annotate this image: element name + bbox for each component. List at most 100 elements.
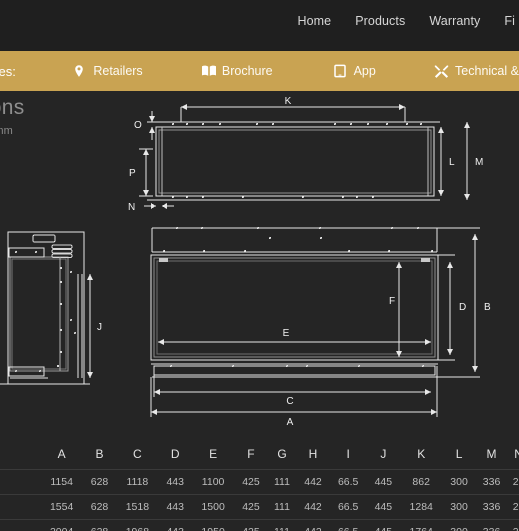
cell-E: 1100 <box>201 476 225 488</box>
cell-H: 442 <box>304 501 322 513</box>
table-row: 0RW 1154 628 1118 443 1100 425 111 442 6… <box>0 469 519 495</box>
cell-N: 22 <box>512 476 519 488</box>
table-head: A B C D E F G H I J K L M N O P <box>0 441 519 470</box>
cell-M: 336 <box>482 476 501 488</box>
cell-J: 445 <box>374 476 393 488</box>
cell-J: 445 <box>374 501 393 513</box>
cell-G: 111 <box>267 520 297 531</box>
col-header-J: J <box>380 447 387 461</box>
cell-C: 1518 <box>125 501 150 513</box>
col-header-C: C <box>133 447 142 461</box>
cell-D: 443 <box>166 476 184 488</box>
cell-F: 425 <box>235 520 267 531</box>
col-header-L: L <box>455 447 463 461</box>
cell-G: 111 <box>274 476 290 488</box>
cell-A: 2004 <box>40 520 83 531</box>
col-header-G: G <box>277 447 287 461</box>
page-title-block: nsions ons in mm <box>0 96 25 137</box>
cell-G: 111 <box>274 501 290 513</box>
top-nav-links: Home Products Warranty Fi <box>297 14 519 28</box>
cell-L: 300 <box>443 520 475 531</box>
cell-L: 300 <box>450 501 468 513</box>
utility-link-label: Retailers <box>93 64 143 78</box>
dimension-label-P: P <box>129 168 136 179</box>
cell-H: 442 <box>304 476 322 488</box>
cell-A: 1154 <box>50 476 73 488</box>
cell-K: 1284 <box>409 501 433 513</box>
cell-D: 443 <box>159 520 191 531</box>
cell-B: 628 <box>90 476 109 488</box>
page-title: nsions <box>0 96 25 119</box>
front-view-drawing: F E D B C A <box>140 222 519 434</box>
cell-B: 628 <box>83 520 115 531</box>
col-header-B: B <box>95 447 104 461</box>
cell-K: 862 <box>412 476 430 488</box>
utility-link-technical[interactable]: Technical & <box>434 64 519 78</box>
utility-link-retailers[interactable]: Retailers <box>72 64 143 78</box>
dimension-label-N: N <box>128 202 135 211</box>
side-view-drawing: J <box>0 226 120 434</box>
page-subtitle: ons in mm <box>0 125 13 137</box>
table-header-row: A B C D E F G H I J K L M N O P <box>0 441 519 470</box>
book-icon <box>201 64 216 78</box>
col-header-I: I <box>346 447 350 461</box>
cell-A: 1554 <box>49 501 74 513</box>
cell-model: 0RW <box>0 495 40 520</box>
dimension-label-K: K <box>285 96 292 107</box>
nav-item-products[interactable]: Products <box>355 14 405 28</box>
col-header-model <box>0 441 40 470</box>
utility-bar: ric Fires: Retailers Brochure App <box>0 51 519 91</box>
utility-link-brochure[interactable]: Brochure <box>201 64 273 78</box>
map-pin-icon <box>72 64 86 78</box>
cell-I: 66.5 <box>337 476 359 488</box>
utility-link-app[interactable]: App <box>333 64 376 78</box>
cell-M: 336 <box>482 501 501 513</box>
cell-J: 445 <box>367 520 399 531</box>
col-header-E: E <box>209 447 218 461</box>
dimension-label-F: F <box>389 296 395 307</box>
col-header-K: K <box>417 447 426 461</box>
cell-N: 22 <box>512 501 519 513</box>
col-header-H: H <box>308 447 318 461</box>
utility-link-label: Technical & <box>455 64 519 78</box>
tools-icon <box>434 64 449 78</box>
cell-E: 1500 <box>201 501 225 513</box>
dimension-label-B: B <box>484 302 491 313</box>
nav-item-warranty[interactable]: Warranty <box>429 14 480 28</box>
cell-K: 1764 <box>400 520 443 531</box>
nav-item-fi[interactable]: Fi <box>504 14 515 28</box>
cell-C: 1118 <box>126 476 149 488</box>
utility-bar-label: ric Fires: <box>0 63 16 79</box>
tablet-icon <box>333 64 347 78</box>
dimension-label-D: D <box>459 302 466 313</box>
table-row: 0RW 2004 628 1968 443 1950 425 111 442 6… <box>0 519 519 531</box>
dimension-label-A: A <box>287 417 294 428</box>
page-root: Home Products Warranty Fi ric Fires: Ret… <box>0 0 519 531</box>
cell-M: 336 <box>475 520 507 531</box>
cell-model: 0RW <box>0 520 40 531</box>
cell-H: 442 <box>297 520 329 531</box>
dimension-label-L: L <box>449 157 455 168</box>
cell-model: 0RW <box>0 470 40 495</box>
dimension-label-J: J <box>97 322 102 333</box>
col-header-D: D <box>170 447 180 461</box>
cell-I: 66.5 <box>329 520 367 531</box>
cell-B: 628 <box>90 501 109 513</box>
col-header-N: N <box>514 447 519 461</box>
cell-F: 425 <box>242 501 260 513</box>
nav-item-home[interactable]: Home <box>297 14 331 28</box>
utility-link-label: App <box>353 64 376 78</box>
cell-E: 1950 <box>191 520 234 531</box>
top-view-drawing: K O P N L M <box>125 96 519 211</box>
col-header-M: M <box>486 447 497 461</box>
cell-F: 425 <box>242 476 260 488</box>
table-row: 0RW 1554 628 1518 443 1500 425 111 442 6… <box>0 494 519 520</box>
table-body: 0RW 1154 628 1118 443 1100 425 111 442 6… <box>0 469 519 531</box>
cell-C: 1968 <box>116 520 159 531</box>
dimension-label-E: E <box>283 328 290 339</box>
dimension-label-O: O <box>134 120 142 131</box>
specification-table: A B C D E F G H I J K L M N O P 0RW 1154 <box>0 441 519 531</box>
cell-L: 300 <box>450 476 468 488</box>
top-navigation-bar: Home Products Warranty Fi <box>0 0 519 51</box>
utility-link-label: Brochure <box>221 64 273 78</box>
